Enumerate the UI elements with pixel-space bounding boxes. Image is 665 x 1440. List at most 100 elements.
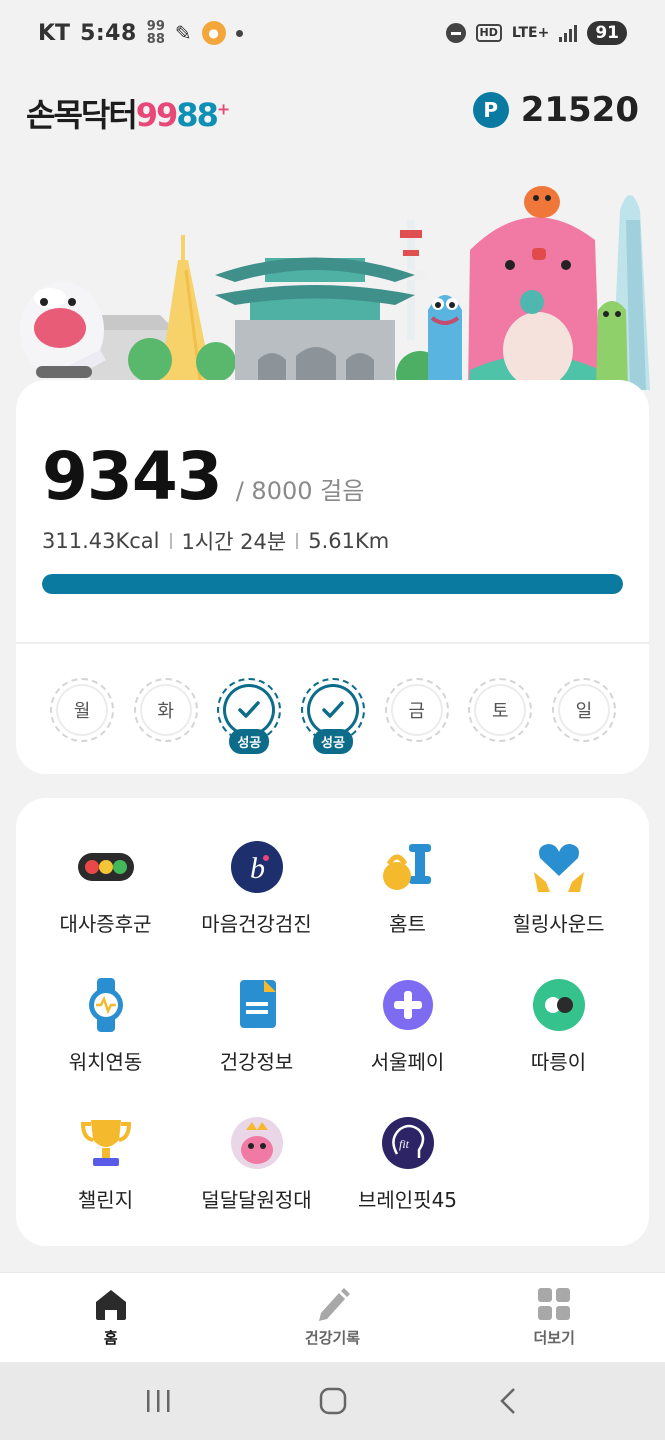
status-bar: KT 5:48 99 88 ✎ ● HD LTE+ 91	[0, 0, 665, 66]
weekly-streak: 월 화 성공 성공 금 토 일	[50, 678, 616, 754]
kettlebell-dumbbell-icon	[379, 838, 437, 896]
home-icon	[95, 1290, 126, 1320]
app-logo[interactable]: 손목닥터9988+	[26, 90, 230, 136]
bottom-navigation: 홈 건강기록 더보기	[0, 1272, 665, 1362]
home-system-button[interactable]	[313, 1381, 353, 1421]
day-label: 금	[408, 701, 425, 722]
points-value: 21520	[520, 90, 639, 130]
menu-item-traffic-light[interactable]: 대사증후군	[30, 838, 181, 936]
trophy-icon	[77, 1114, 135, 1172]
day-label: 일	[575, 701, 593, 722]
logo-99: 99	[135, 96, 179, 134]
grid-icon	[538, 1288, 571, 1320]
bike-toggle-icon	[530, 976, 588, 1034]
steps-goal: / 8000 걸음	[235, 477, 365, 505]
day-circle: 화	[133, 678, 198, 742]
menu-item-label: 마음건강검진	[201, 912, 312, 936]
check-icon	[238, 701, 261, 718]
nav-home[interactable]: 홈	[0, 1273, 222, 1362]
menu-grid: 대사증후군 b 마음건강검진 홈트 힐링사운드워치연동 건강정보 서울페이 따릉이챌린지 덜달달…	[30, 838, 634, 1212]
document-icon	[228, 976, 286, 1034]
menu-item-label: 홈트	[389, 912, 426, 936]
svg-text:fit: fit	[399, 1137, 410, 1151]
day-label: 토	[492, 701, 509, 722]
day-circle: 성공	[217, 678, 282, 754]
nav-home-label: 홈	[103, 1329, 118, 1347]
nav-health-record[interactable]: 건강기록	[222, 1273, 444, 1362]
menu-item-label: 덜달달원정대	[201, 1188, 312, 1212]
hd-voice-icon: HD	[475, 24, 502, 42]
battery-indicator: 91	[587, 21, 627, 45]
traffic-light-icon	[77, 838, 135, 896]
mind-b-icon: b	[228, 838, 286, 896]
menu-item-character-avatar[interactable]: 덜달달원정대	[181, 1114, 332, 1212]
heart-hands-icon	[530, 838, 588, 896]
recent-apps-icon	[146, 1390, 169, 1412]
menu-item-label: 워치연동	[68, 1050, 143, 1074]
steps-card[interactable]: 9343 / 8000 걸음 311.43Kcal 1시간 24분 5.61Km…	[16, 380, 649, 774]
network-label: LTE+	[511, 25, 550, 41]
menu-card: 대사증후군 b 마음건강검진 홈트 힐링사운드워치연동 건강정보 서울페이 따릉이챌린지 덜달달…	[16, 798, 649, 1246]
duration-value: 1시간 24분	[181, 530, 287, 554]
menu-item-mind-b[interactable]: b 마음건강검진	[181, 838, 332, 936]
stats-separator	[296, 533, 299, 549]
steps-progress-fill	[42, 574, 623, 594]
day-circle: 일	[551, 678, 616, 742]
logo-plus: +	[216, 99, 230, 119]
day-label: 월	[73, 701, 91, 722]
logo-88: 88	[176, 96, 219, 134]
system-navigation-bar	[0, 1362, 665, 1440]
menu-item-bike-toggle[interactable]: 따릉이	[483, 976, 634, 1074]
check-icon	[322, 701, 344, 718]
smartwatch-icon	[77, 976, 135, 1034]
menu-item-smartwatch[interactable]: 워치연동	[30, 976, 181, 1074]
clock: 5:48	[80, 20, 137, 46]
app-notification-icon: ●	[201, 21, 226, 45]
stats-separator	[169, 533, 172, 549]
recent-apps-button[interactable]	[138, 1381, 178, 1421]
app-screen: KT 5:48 99 88 ✎ ● HD LTE+ 91 손목닥터9988+ P …	[0, 0, 665, 1440]
steps-progress-bar	[42, 574, 623, 594]
do-not-disturb-icon	[445, 23, 466, 43]
nav-more-label: 더보기	[533, 1329, 575, 1347]
home-circle-icon	[319, 1387, 346, 1415]
svg-text:b: b	[250, 852, 265, 885]
points-icon: P	[472, 92, 509, 128]
menu-item-kettlebell-dumbbell[interactable]: 홈트	[332, 838, 483, 936]
menu-item-label: 따릉이	[530, 1050, 587, 1074]
menu-item-heart-hands[interactable]: 힐링사운드	[483, 838, 634, 936]
logo-korean: 손목닥터	[26, 96, 138, 134]
menu-item-document[interactable]: 건강정보	[181, 976, 332, 1074]
back-arrow-icon	[499, 1388, 515, 1414]
back-button[interactable]	[488, 1381, 528, 1421]
tennis-notification-icon: ✎	[174, 21, 192, 45]
brain-fit-icon: fit	[379, 1114, 437, 1172]
day-circle: 성공	[300, 678, 365, 754]
points-display[interactable]: P 21520	[472, 90, 639, 130]
menu-item-label: 대사증후군	[59, 912, 152, 936]
more-notifications-dot	[235, 29, 243, 37]
menu-item-brain-fit[interactable]: fit 브레인핏45	[332, 1114, 483, 1212]
steps-count: 9343	[42, 438, 223, 515]
nav-health-record-label: 건강기록	[304, 1329, 361, 1347]
signal-icon	[559, 24, 578, 42]
seoul-landmarks-illustration	[20, 186, 650, 399]
distance-value: 5.61Km	[308, 529, 390, 553]
app-header: 손목닥터9988+ P 21520	[0, 80, 665, 140]
menu-item-label: 건강정보	[219, 1050, 294, 1074]
day-circle: 월	[50, 678, 114, 742]
menu-item-trophy[interactable]: 챌린지	[30, 1114, 181, 1212]
card-divider	[16, 642, 649, 644]
steps-summary: 9343 / 8000 걸음	[42, 438, 364, 515]
menu-item-label: 챌린지	[77, 1188, 134, 1212]
success-badge: 성공	[229, 729, 270, 754]
menu-item-label: 서울페이	[370, 1050, 445, 1074]
day-label: 화	[157, 701, 174, 722]
menu-item-plus-circle[interactable]: 서울페이	[332, 976, 483, 1074]
activity-stats: 311.43Kcal 1시간 24분 5.61Km	[42, 526, 389, 556]
menu-item-label: 힐링사운드	[512, 912, 605, 936]
plus-circle-icon	[379, 976, 437, 1034]
nav-more[interactable]: 더보기	[443, 1273, 665, 1362]
day-circle: 금	[384, 678, 449, 742]
calories-value: 311.43Kcal	[42, 529, 160, 553]
